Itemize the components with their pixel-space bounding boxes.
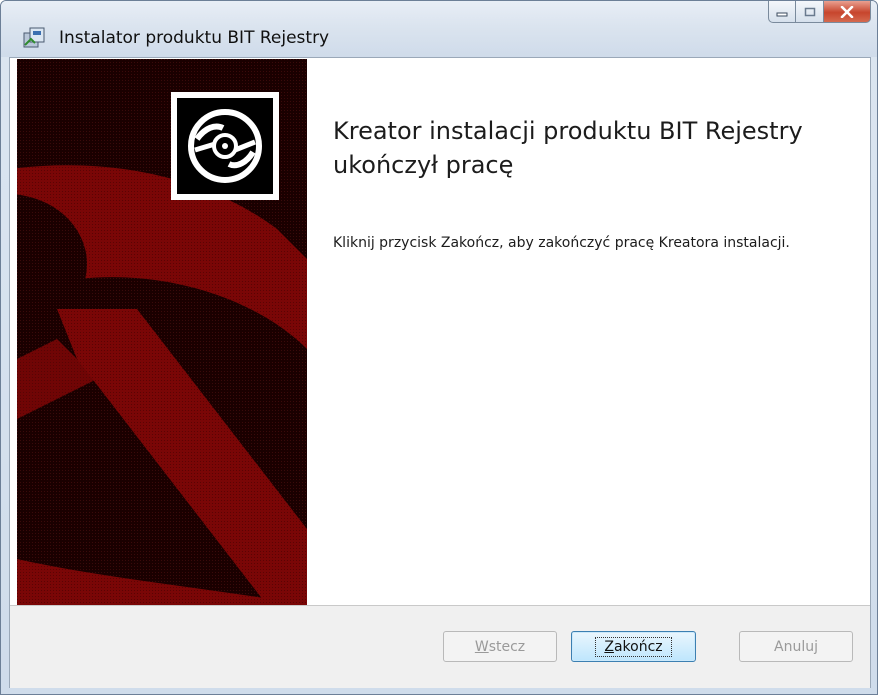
caption-buttons (768, 1, 871, 25)
maximize-button[interactable] (796, 1, 824, 23)
maximize-icon (804, 7, 815, 16)
back-label-rest: stecz (488, 638, 526, 655)
side-banner (17, 59, 307, 605)
title-bar[interactable]: Instalator produktu BIT Rejestry (1, 1, 877, 57)
cancel-button[interactable]: Anuluj (739, 631, 853, 662)
close-icon (840, 5, 854, 18)
disc-icon (188, 109, 262, 183)
finish-button-label: Zakończ (595, 636, 672, 657)
page-title-line1: Kreator instalacji produktu BIT Rejestry (333, 117, 803, 145)
page-title-line2: ukończył pracę (333, 151, 514, 179)
back-button-label: Wstecz (475, 639, 525, 655)
close-button[interactable] (824, 1, 871, 23)
page-title: Kreator instalacji produktu BIT Rejestry… (333, 114, 853, 182)
description-text: Kliknij przycisk Zakończ, aby zakończyć … (333, 235, 790, 251)
installer-box-icon (23, 27, 45, 48)
cancel-button-label: Anuluj (774, 638, 818, 655)
installer-window: Instalator produktu BIT Rejestry Kreator… (0, 0, 878, 695)
finish-accel-key: Z (604, 638, 614, 655)
minimize-button[interactable] (768, 1, 796, 23)
back-accel-key: W (474, 638, 489, 655)
finish-button[interactable]: Zakończ (571, 631, 696, 662)
minimize-icon (776, 12, 788, 16)
back-button[interactable]: Wstecz (443, 631, 557, 662)
window-title: Instalator produktu BIT Rejestry (59, 28, 330, 48)
finish-label-rest: akończ (613, 638, 663, 655)
